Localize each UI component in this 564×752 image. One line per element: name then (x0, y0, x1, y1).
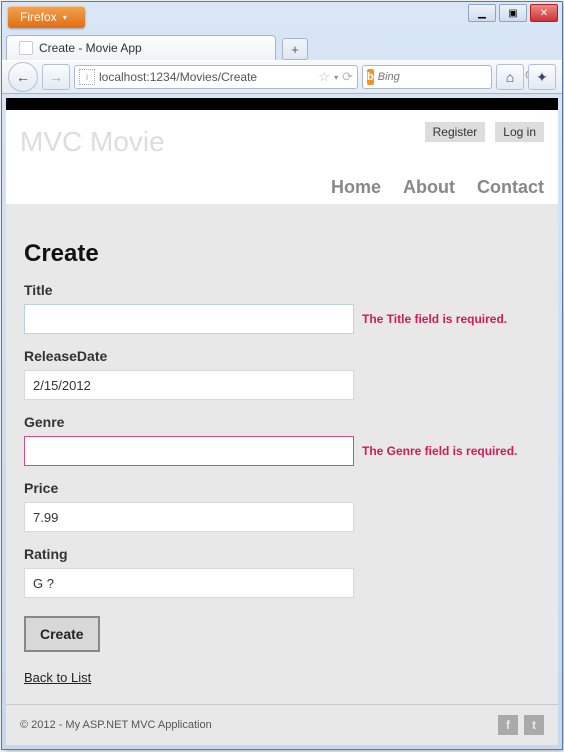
rating-label: Rating (24, 546, 540, 562)
back-button[interactable]: ← (8, 62, 38, 92)
home-icon: ⌂ (506, 69, 514, 85)
forward-icon: → (49, 69, 63, 85)
back-icon: ← (16, 69, 30, 85)
page-scroll[interactable]: Register Log in MVC Movie Home About Con… (6, 98, 558, 745)
title-input[interactable] (24, 304, 354, 334)
identity-icon: i (79, 69, 95, 85)
page-heading: Create (24, 240, 540, 268)
url-dropdown-icon[interactable]: ▾ (334, 73, 338, 82)
rating-input[interactable] (24, 568, 354, 598)
url-input[interactable] (99, 70, 314, 84)
facebook-icon[interactable]: f (498, 715, 518, 735)
field-genre: Genre The Genre field is required. (24, 414, 540, 466)
firefox-window: Firefox ▾ ▁ ▣ ✕ Create - Movie App + ← →… (1, 1, 563, 750)
url-bar[interactable]: i ☆ ▾ ⟳ (74, 65, 358, 89)
search-bar[interactable]: b 🔍 (362, 65, 492, 89)
release-date-label: ReleaseDate (24, 348, 540, 364)
favicon-icon (19, 41, 33, 55)
title-bar: Firefox ▾ ▁ ▣ ✕ (2, 2, 562, 32)
main-nav: Home About Contact (331, 177, 544, 198)
price-input[interactable] (24, 502, 354, 532)
plus-icon: + (291, 42, 299, 57)
price-label: Price (24, 480, 540, 496)
forward-button[interactable]: → (42, 64, 70, 90)
chevron-down-icon: ▾ (63, 13, 67, 22)
site-footer: © 2012 - My ASP.NET MVC Application f t (6, 704, 558, 745)
site-header: Register Log in MVC Movie Home About Con… (6, 110, 558, 204)
field-title: Title The Title field is required. (24, 282, 540, 334)
close-icon: ✕ (540, 8, 548, 19)
genre-validation: The Genre field is required. (362, 444, 517, 458)
top-black-bar (6, 98, 558, 110)
back-to-list-link[interactable]: Back to List (24, 670, 91, 685)
maximize-button[interactable]: ▣ (499, 4, 527, 22)
nav-home[interactable]: Home (331, 177, 381, 198)
field-rating: Rating (24, 546, 540, 598)
window-controls: ▁ ▣ ✕ (464, 4, 562, 22)
login-link[interactable]: Log in (495, 122, 544, 142)
field-release-date: ReleaseDate (24, 348, 540, 400)
new-tab-button[interactable]: + (282, 38, 308, 60)
field-price: Price (24, 480, 540, 532)
tab-title: Create - Movie App (39, 41, 142, 55)
genre-input[interactable] (24, 436, 354, 466)
home-button[interactable]: ⌂ (496, 64, 524, 90)
reload-icon[interactable]: ⟳ (342, 69, 353, 85)
title-label: Title (24, 282, 540, 298)
minimize-icon: ▁ (478, 8, 486, 19)
browser-tab[interactable]: Create - Movie App (6, 35, 276, 60)
close-button[interactable]: ✕ (530, 4, 558, 22)
firefox-menu-label: Firefox (20, 10, 57, 24)
nav-toolbar: ← → i ☆ ▾ ⟳ b 🔍 ⌂ ✦ (2, 60, 562, 94)
create-button[interactable]: Create (24, 616, 100, 652)
minimize-button[interactable]: ▁ (468, 4, 496, 22)
nav-about[interactable]: About (403, 177, 455, 198)
title-validation: The Title field is required. (362, 312, 507, 326)
bing-icon: b (367, 69, 374, 85)
star-icon[interactable]: ☆ (318, 69, 330, 85)
maximize-icon: ▣ (508, 8, 517, 19)
bookmark-icon: ✦ (536, 69, 548, 86)
tab-bar: Create - Movie App + (2, 32, 562, 60)
footer-social: f t (498, 715, 544, 735)
release-date-input[interactable] (24, 370, 354, 400)
nav-contact[interactable]: Contact (477, 177, 544, 198)
footer-copyright: © 2012 - My ASP.NET MVC Application (20, 719, 212, 731)
genre-label: Genre (24, 414, 540, 430)
bookmarks-button[interactable]: ✦ (528, 64, 556, 90)
twitter-icon[interactable]: t (524, 715, 544, 735)
page: Register Log in MVC Movie Home About Con… (6, 98, 558, 745)
account-links: Register Log in (425, 122, 544, 142)
content-region: Register Log in MVC Movie Home About Con… (6, 98, 558, 745)
firefox-menu-button[interactable]: Firefox ▾ (8, 6, 85, 28)
register-link[interactable]: Register (425, 122, 486, 142)
page-body: Create Title The Title field is required… (6, 204, 558, 704)
